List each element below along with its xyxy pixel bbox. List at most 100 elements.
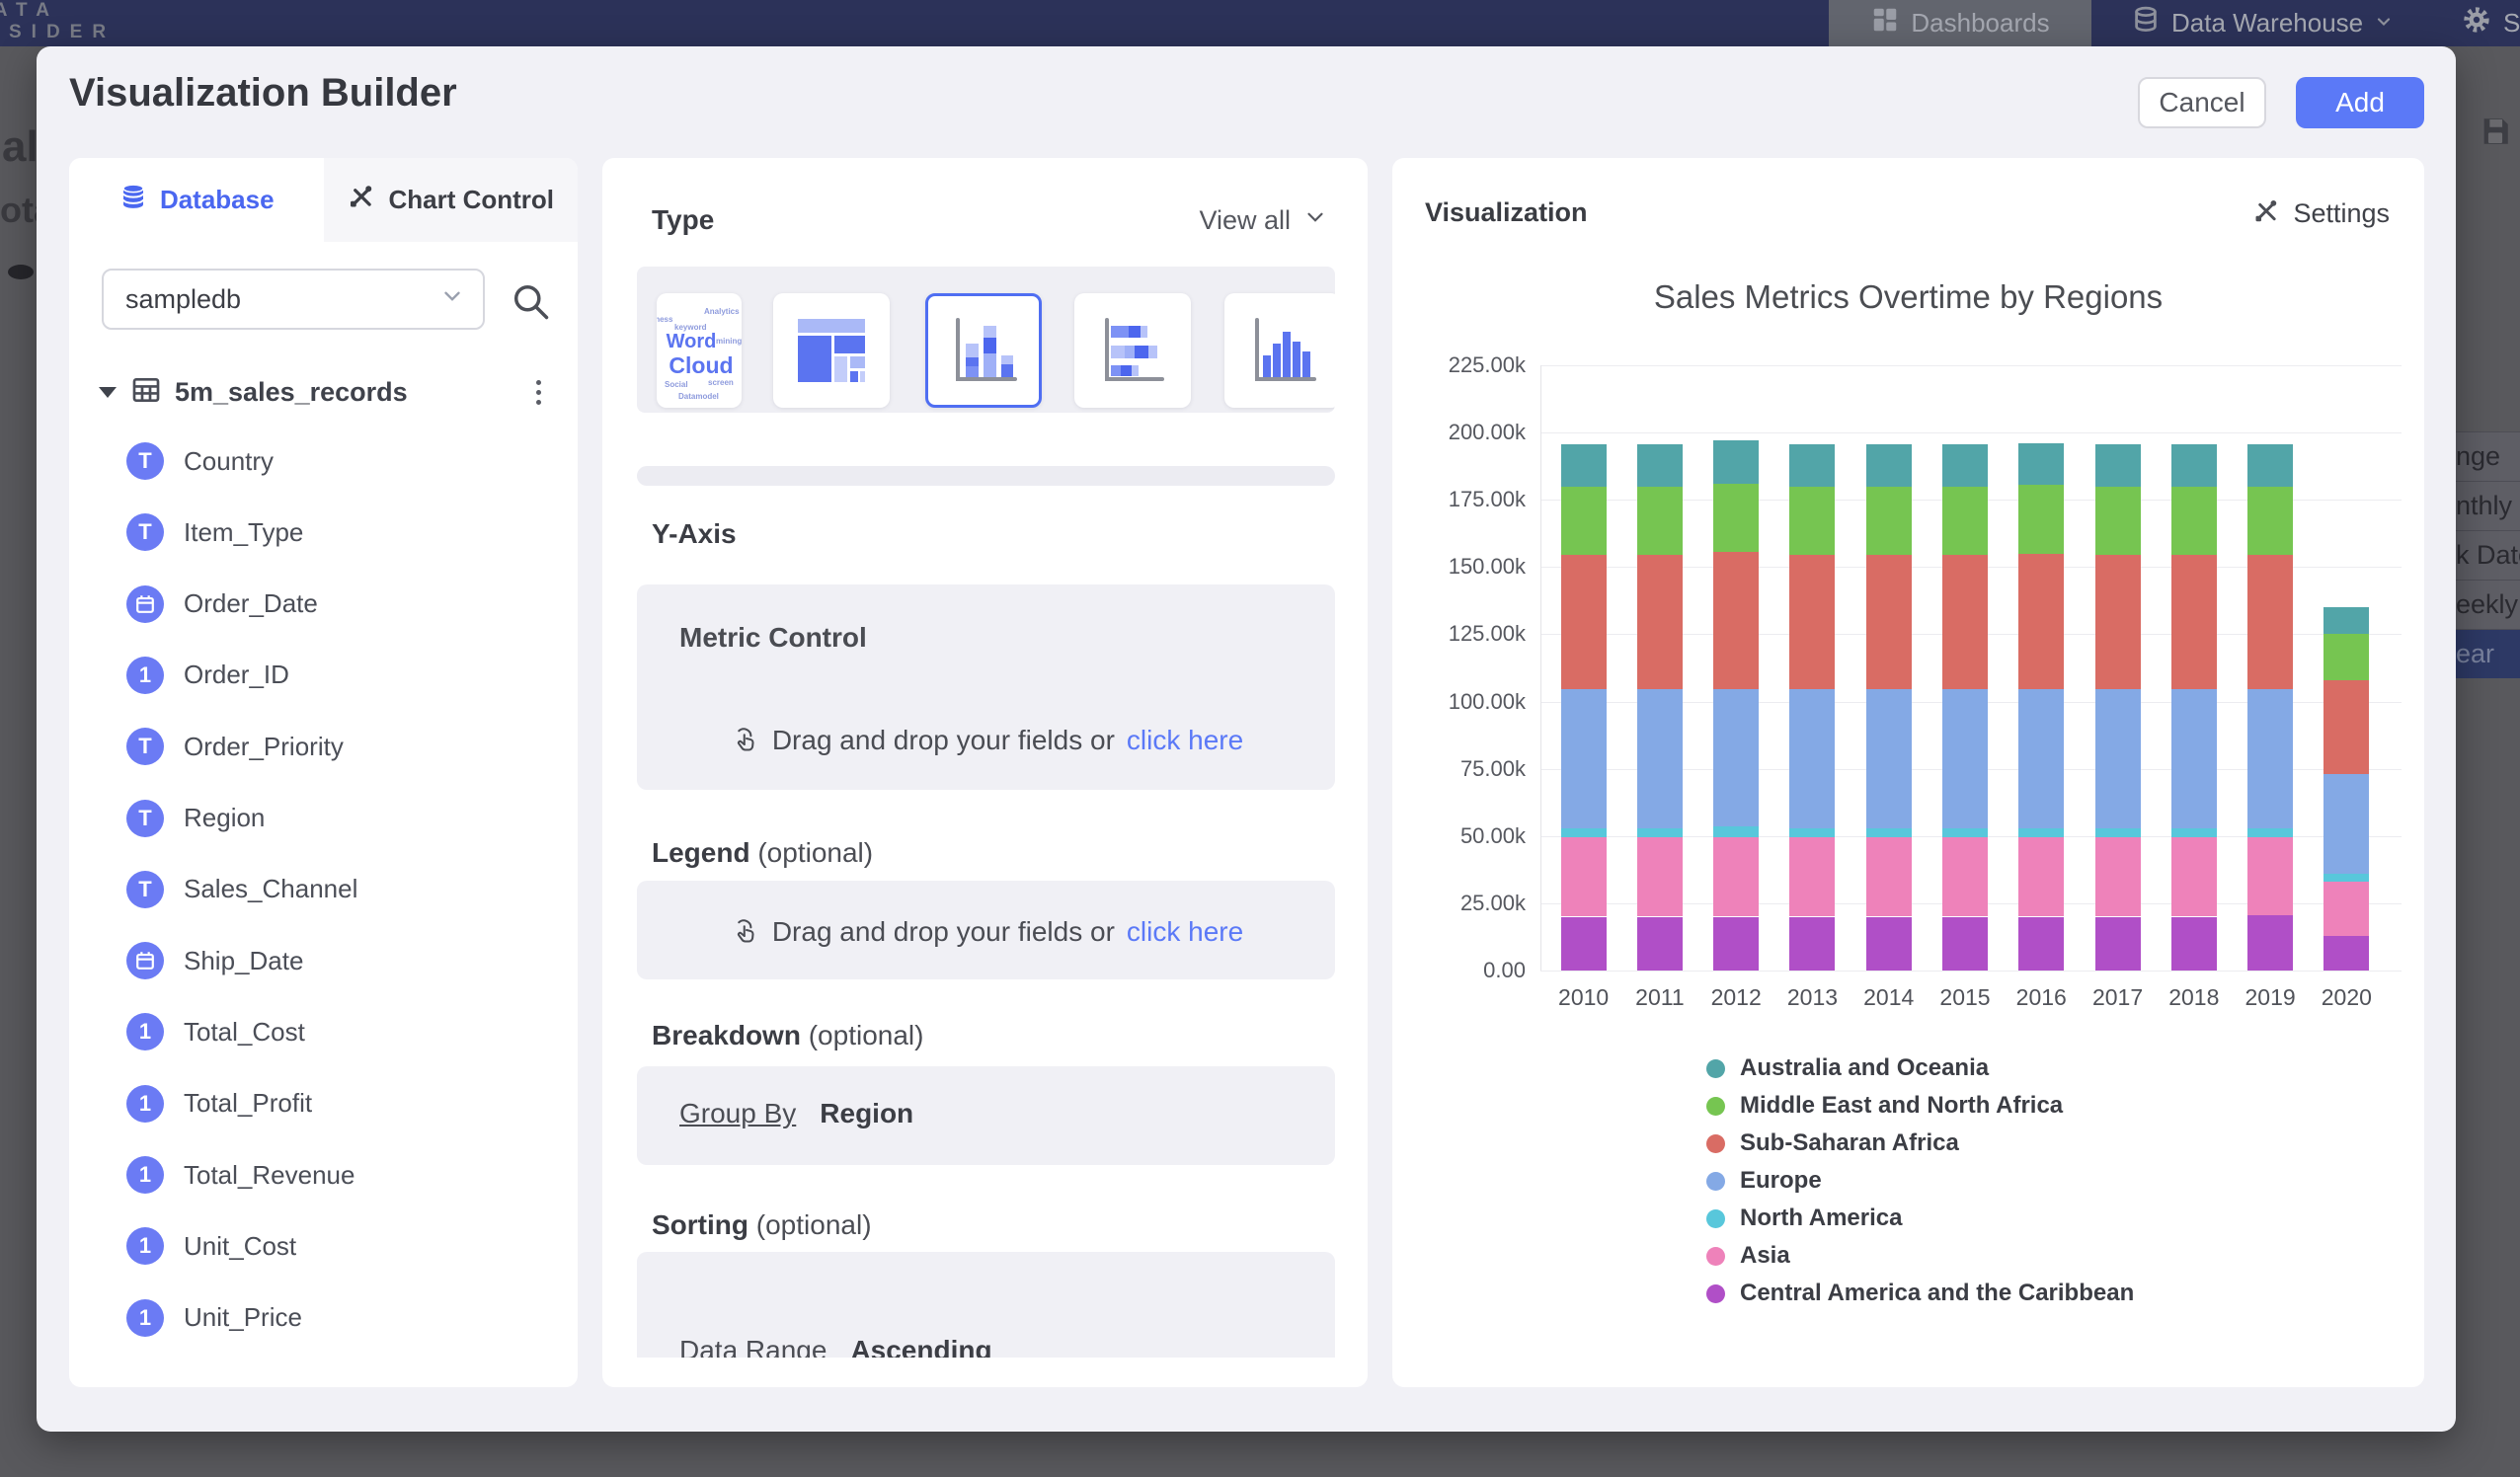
chart-type-card-word-cloud[interactable]: iness Analytics keyword mining Word Clou…	[657, 293, 742, 408]
y-axis-tick-label: 125.00k	[1417, 621, 1526, 647]
click-here-link[interactable]: click here	[1127, 916, 1243, 948]
group-by-label[interactable]: Group By	[679, 1098, 796, 1129]
word-cloud-thumbnail: iness Analytics keyword mining Word Clou…	[657, 293, 742, 408]
legend-section-heading: Legend (optional)	[652, 837, 873, 869]
group-by-value[interactable]: Region	[820, 1098, 913, 1129]
bar-segment	[2247, 555, 2293, 689]
legend-item-label: Europe	[1740, 1167, 1822, 1195]
chart-type-card-treemap[interactable]	[773, 293, 890, 408]
legend-color-dot	[1706, 1097, 1725, 1116]
bar-segment	[1942, 828, 1988, 838]
background-menu-item[interactable]: k Date	[2453, 530, 2520, 580]
view-all-control[interactable]: View all	[1199, 204, 1328, 237]
legend-item[interactable]: Asia	[1706, 1237, 2134, 1275]
legend-item[interactable]: Australia and Oceania	[1706, 1049, 2134, 1087]
nav-settings[interactable]: Settings	[2461, 0, 2520, 46]
number-field-icon: 1	[126, 1156, 164, 1194]
field-item-item_type[interactable]: TItem_Type	[126, 497, 551, 568]
tap-hand-icon	[729, 721, 760, 759]
kebab-menu-icon[interactable]	[523, 376, 553, 409]
add-button[interactable]: Add	[2296, 77, 2424, 128]
y-axis-tick-label: 75.00k	[1417, 756, 1526, 782]
bar-segment	[1942, 487, 1988, 555]
cancel-button[interactable]: Cancel	[2138, 77, 2266, 128]
carousel-scrollbar[interactable]	[637, 466, 1335, 486]
bar-segment	[1561, 555, 1607, 689]
chart-type-card-stacked-column[interactable]	[925, 293, 1042, 408]
background-text-fragment: al	[2, 122, 39, 172]
field-item-sales_channel[interactable]: TSales_Channel	[126, 854, 551, 925]
field-item-country[interactable]: TCountry	[126, 426, 551, 497]
datasource-select[interactable]: sampledb	[102, 269, 485, 330]
field-item-order_id[interactable]: 1Order_ID	[126, 640, 551, 711]
bar-segment	[2095, 837, 2141, 916]
legend-drop-hint: Drag and drop your fields or click here	[637, 912, 1335, 951]
background-menu-item[interactable]: nge	[2453, 431, 2520, 481]
legend-item-label: Sub-Saharan Africa	[1740, 1129, 1959, 1157]
nav-dashboards-label: Dashboards	[1911, 8, 2049, 39]
field-item-unit_cost[interactable]: 1Unit_Cost	[126, 1210, 551, 1282]
legend-item[interactable]: Central America and the Caribbean	[1706, 1275, 2134, 1312]
builder-scroll-area: Type View all iness Analytics keyword	[602, 158, 1368, 1358]
background-menu-item[interactable]: eekly	[2453, 580, 2520, 629]
legend-item[interactable]: Sub-Saharan Africa	[1706, 1125, 2134, 1162]
builder-panel: Type View all iness Analytics keyword	[602, 158, 1368, 1387]
field-item-order_date[interactable]: Order_Date	[126, 569, 551, 640]
caret-down-icon[interactable]	[99, 387, 117, 398]
tab-chart-control[interactable]: Chart Control	[324, 158, 579, 242]
x-axis-tick-label: 2013	[1774, 984, 1851, 1011]
legend-dropzone[interactable]: Drag and drop your fields or click here	[637, 881, 1335, 979]
tab-database[interactable]: Database	[69, 158, 324, 242]
legend-item[interactable]: Europe	[1706, 1162, 2134, 1200]
sorting-field-label[interactable]: Data Range	[679, 1335, 827, 1358]
table-tree-header[interactable]: 5m_sales_records	[99, 370, 553, 414]
bar-segment	[1942, 689, 1988, 827]
bar-segment	[2171, 917, 2217, 971]
chart-type-card-stacked-bar[interactable]	[1074, 293, 1191, 408]
bar-segment	[2171, 828, 2217, 838]
y-axis-tick-label: 200.00k	[1417, 420, 1526, 445]
bar-segment	[1713, 484, 1759, 552]
nav-data-warehouse[interactable]: Data Warehouse	[2131, 0, 2394, 46]
sorting-dropzone[interactable]: Data Range Ascending	[637, 1252, 1335, 1358]
legend-color-dot	[1706, 1172, 1725, 1191]
gridline	[1540, 432, 2402, 433]
field-item-ship_date[interactable]: Ship_Date	[126, 925, 551, 996]
metric-drop-hint: Drag and drop your fields or click here	[637, 721, 1335, 759]
metric-control-dropzone[interactable]: Metric Control Drag and drop your fields…	[637, 584, 1335, 790]
legend-item[interactable]: Middle East and North Africa	[1706, 1087, 2134, 1125]
sorting-direction-value[interactable]: Ascending	[850, 1335, 991, 1358]
table-name: 5m_sales_records	[175, 377, 408, 408]
field-item-region[interactable]: TRegion	[126, 783, 551, 854]
bar-segment	[1637, 917, 1683, 971]
click-here-link[interactable]: click here	[1127, 725, 1243, 756]
x-axis-tick-label: 2018	[2156, 984, 2232, 1011]
group-by-row[interactable]: Group By Region	[679, 1098, 913, 1129]
number-field-icon: 1	[126, 1085, 164, 1123]
field-item-order_priority[interactable]: TOrder_Priority	[126, 711, 551, 782]
legend-item[interactable]: North America	[1706, 1200, 2134, 1237]
sorting-row[interactable]: Data Range Ascending	[679, 1335, 992, 1358]
bar-segment	[2171, 689, 2217, 827]
sorting-section-heading: Sorting (optional)	[652, 1209, 872, 1241]
breakdown-dropzone[interactable]: Group By Region	[637, 1066, 1335, 1165]
chart-settings-button[interactable]: Settings	[2251, 195, 2390, 232]
field-item-total_cost[interactable]: 1Total_Cost	[126, 996, 551, 1067]
background-menu-item[interactable]: ear	[2453, 629, 2520, 678]
bar-segment	[1789, 837, 1835, 916]
left-panel-tabs: Database Chart Control	[69, 158, 578, 242]
field-label: Unit_Cost	[184, 1231, 296, 1262]
nav-data-warehouse-label: Data Warehouse	[2171, 8, 2363, 39]
chart-type-card-column[interactable]	[1224, 293, 1335, 408]
search-icon[interactable]	[509, 279, 552, 323]
background-menu-item[interactable]: nthly	[2453, 481, 2520, 530]
bar-segment	[2018, 443, 2064, 485]
save-icon[interactable]	[2479, 115, 2512, 153]
bar-segment	[2171, 555, 2217, 689]
field-item-unit_price[interactable]: 1Unit_Price	[126, 1283, 551, 1354]
chart-type-carousel: iness Analytics keyword mining Word Clou…	[637, 267, 1335, 413]
bar-segment	[2247, 837, 2293, 915]
field-item-total_revenue[interactable]: 1Total_Revenue	[126, 1139, 551, 1210]
field-item-total_profit[interactable]: 1Total_Profit	[126, 1068, 551, 1139]
nav-dashboards[interactable]: Dashboards	[1829, 0, 2091, 46]
